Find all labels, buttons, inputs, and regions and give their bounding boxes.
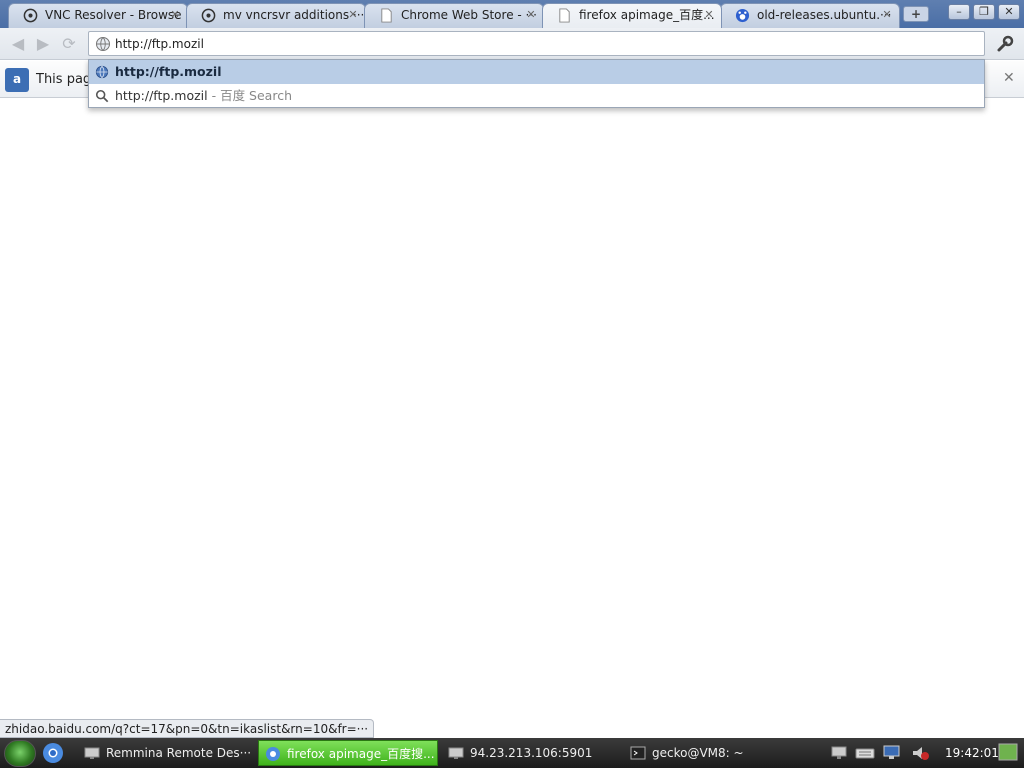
tab-title: Chrome Web Store - ··· bbox=[401, 8, 537, 22]
tab-close-icon[interactable]: ✕ bbox=[525, 4, 537, 26]
baidu-icon bbox=[735, 8, 750, 23]
suggestion-text: http://ftp.mozil bbox=[115, 64, 222, 79]
tab-title: old-releases.ubuntu.··· bbox=[757, 8, 892, 22]
forward-button[interactable]: ▶ bbox=[33, 34, 53, 54]
task-label: Remmina Remote Des··· bbox=[106, 746, 250, 760]
task-label: firefox apimage_百度搜... bbox=[287, 747, 435, 761]
close-window-button[interactable]: ✕ bbox=[998, 4, 1020, 20]
terminal-icon bbox=[630, 746, 646, 760]
remote-desktop-tray-icon[interactable] bbox=[830, 744, 850, 762]
page-icon bbox=[381, 8, 392, 23]
tab-title: mv vncrsvr additions ··· bbox=[223, 8, 365, 22]
taskbar: Remmina Remote Des··· firefox apimage_百度… bbox=[0, 738, 1024, 768]
tab-vnc-resolver[interactable]: VNC Resolver - Browse ✕ bbox=[8, 3, 188, 28]
task-label: 94.23.213.106:5901 bbox=[470, 746, 593, 760]
translate-icon: a bbox=[5, 68, 29, 92]
tab-close-icon[interactable]: ✕ bbox=[169, 4, 181, 26]
ubuntu-icon bbox=[23, 8, 38, 23]
wrench-icon[interactable] bbox=[994, 34, 1016, 54]
tab-old-releases[interactable]: old-releases.ubuntu.··· ✕ bbox=[720, 3, 900, 28]
chromium-icon bbox=[266, 747, 280, 761]
task-label: gecko@VM8: ~ bbox=[652, 746, 744, 760]
restore-button[interactable]: ❐ bbox=[973, 4, 995, 20]
infobar-close-icon[interactable]: ✕ bbox=[1003, 70, 1015, 86]
page-icon bbox=[559, 8, 570, 23]
desktop-icon[interactable] bbox=[998, 743, 1018, 761]
globe-icon bbox=[95, 65, 109, 79]
tab-strip: VNC Resolver - Browse ✕ mv vncrsvr addit… bbox=[0, 0, 1024, 28]
reload-button[interactable]: ⟳ bbox=[59, 34, 79, 54]
task-terminal[interactable]: gecko@VM8: ~ bbox=[624, 740, 796, 766]
task-vnc-session[interactable]: 94.23.213.106:5901 bbox=[442, 740, 614, 766]
search-icon bbox=[95, 89, 109, 103]
tab-firefox-apimage[interactable]: firefox apimage_百度... ✕ bbox=[542, 3, 722, 28]
new-tab-button[interactable]: + bbox=[903, 6, 929, 22]
url-input[interactable] bbox=[115, 34, 975, 53]
suggestion-search[interactable]: http://ftp.mozil - 百度 Search bbox=[89, 84, 984, 108]
back-button[interactable]: ◀ bbox=[8, 34, 28, 54]
remote-desktop-icon bbox=[84, 747, 100, 759]
volume-icon[interactable] bbox=[910, 744, 930, 762]
tab-close-icon[interactable]: ✕ bbox=[881, 4, 893, 26]
chromium-icon[interactable] bbox=[42, 742, 64, 764]
tab-mv-vncrsvr[interactable]: mv vncrsvr additions ··· ✕ bbox=[186, 3, 366, 28]
task-firefox-apimage[interactable]: firefox apimage_百度搜... bbox=[258, 740, 438, 766]
suggestion-text: http://ftp.mozil bbox=[115, 88, 208, 103]
keyboard-icon[interactable] bbox=[855, 744, 875, 762]
tab-title: firefox apimage_百度... bbox=[579, 8, 715, 22]
minimize-button[interactable]: – bbox=[948, 4, 970, 20]
suggestion-hint: - 百度 Search bbox=[207, 88, 293, 103]
ubuntu-icon bbox=[201, 8, 216, 23]
tab-chrome-web-store[interactable]: Chrome Web Store - ··· ✕ bbox=[364, 3, 544, 28]
globe-icon bbox=[96, 37, 110, 51]
tab-title: VNC Resolver - Browse bbox=[45, 8, 182, 22]
autocomplete-popup: http://ftp.mozil http://ftp.mozil - 百度 S… bbox=[88, 59, 985, 108]
status-bubble: zhidao.baidu.com/q?ct=17&pn=0&tn=ikaslis… bbox=[0, 719, 375, 738]
browser-toolbar: ◀ ▶ ⟳ bbox=[0, 28, 1024, 60]
remote-desktop-icon bbox=[448, 747, 464, 759]
network-icon[interactable] bbox=[882, 744, 902, 762]
start-button[interactable] bbox=[4, 740, 36, 767]
omnibox[interactable] bbox=[88, 31, 985, 56]
clock: 19:42:01 bbox=[945, 746, 999, 760]
task-remmina[interactable]: Remmina Remote Des··· bbox=[78, 740, 250, 766]
tab-close-icon[interactable]: ✕ bbox=[703, 4, 715, 26]
tab-close-icon[interactable]: ✕ bbox=[347, 4, 359, 26]
suggestion-url[interactable]: http://ftp.mozil bbox=[89, 60, 984, 84]
